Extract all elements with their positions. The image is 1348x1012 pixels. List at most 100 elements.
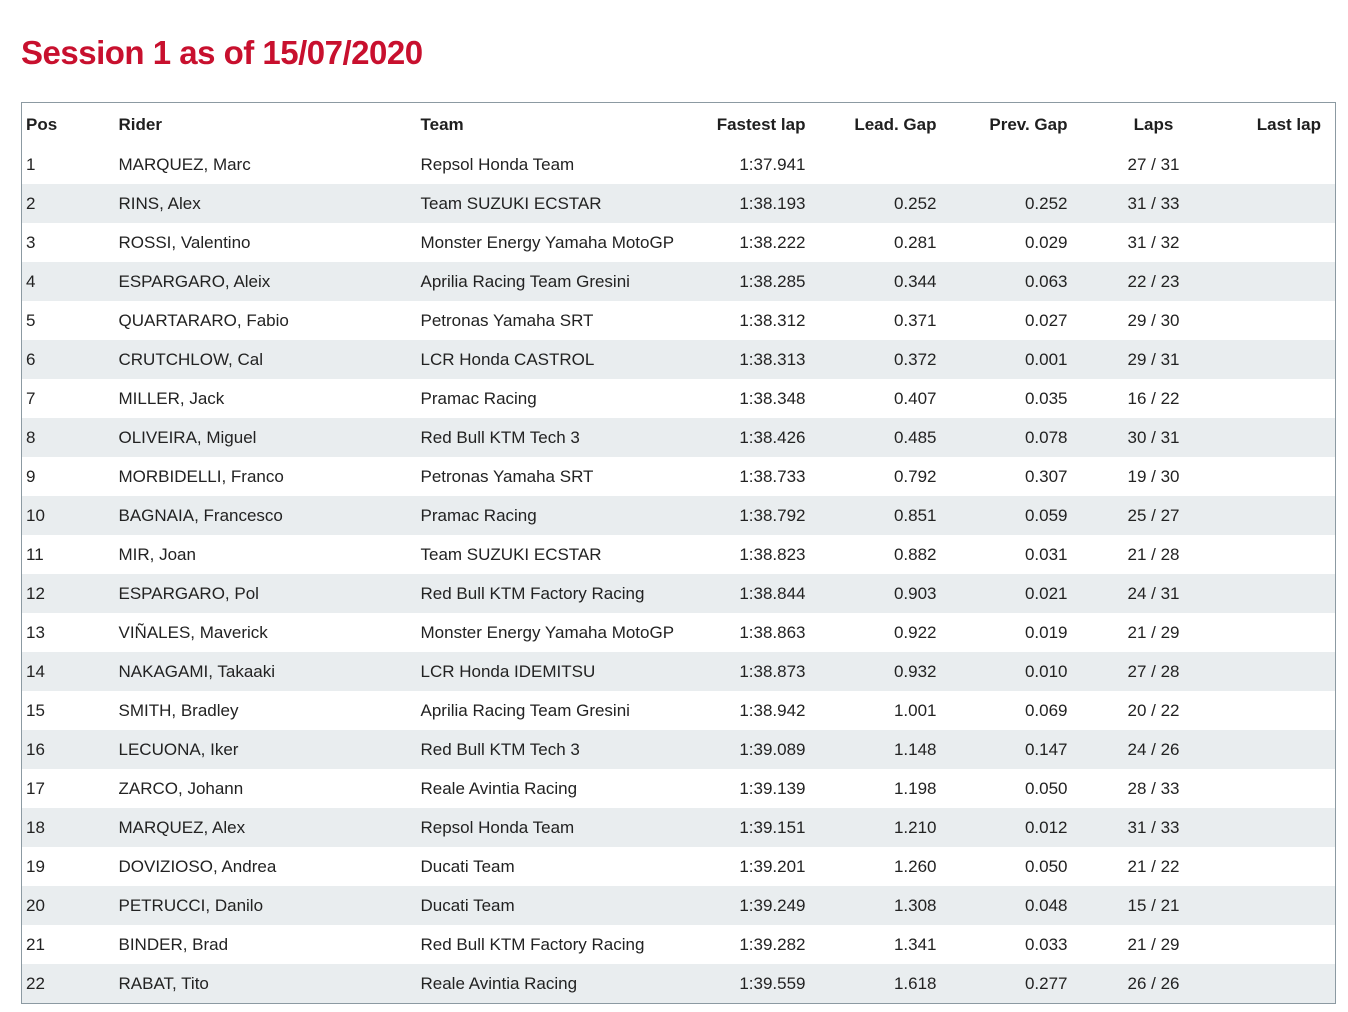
table-row: 7 MILLER, Jack Pramac Racing 1:38.348 0.407 0… bbox=[22, 379, 1336, 418]
cell-team: Pramac Racing bbox=[420, 496, 675, 535]
cell-last-lap bbox=[1205, 886, 1336, 925]
cell-fastest-lap: 1:38.942 bbox=[739, 700, 806, 720]
table-row: 12 ESPARGARO, Pol Red Bull KTM Factory Rac… bbox=[21, 574, 1336, 613]
cell-lead-gap: 0.851 bbox=[811, 496, 943, 535]
cell-lead-gap: 1.198 bbox=[893, 778, 937, 798]
table-header-row: Pos Rider Team Fastest lap Lead. Gap Pre… bbox=[22, 103, 1336, 146]
cell-prev-gap: 0.277 bbox=[942, 964, 1074, 1004]
cell-laps: 25 / 27 bbox=[1073, 496, 1206, 535]
table-row: 16 LECUONA, Iker Red Bull KTM Tech 3 1:39.0… bbox=[21, 730, 1336, 769]
table-row: 20 PETRUCCI, Danilo Ducati Team 1:39.249 1.3… bbox=[21, 886, 1336, 925]
table-row: 5 QUARTARARO, Fabio Petronas Yamaha SRT 1:3… bbox=[22, 301, 1336, 340]
cell-rider: MILLER, Jack bbox=[118, 388, 225, 408]
header-pos: Pos bbox=[26, 115, 58, 134]
cell-laps: 31 / 33 bbox=[1073, 808, 1206, 847]
cell-prev-gap: 0.078 bbox=[942, 418, 1074, 457]
cell-team: Petronas Yamaha SRT bbox=[420, 466, 594, 486]
cell-fastest-lap: 1:38.313 bbox=[674, 340, 812, 379]
cell-fastest-lap: 1:39.089 bbox=[674, 730, 812, 769]
cell-pos: 20 bbox=[21, 886, 119, 925]
cell-last-lap bbox=[1205, 340, 1336, 379]
table-row: 22 RABAT, Tito Reale Avintia Racing 1:39.55… bbox=[21, 964, 1336, 1004]
cell-pos: 10 bbox=[21, 496, 119, 535]
cell-team: Team SUZUKI ECSTAR bbox=[420, 184, 675, 223]
cell-laps: 16 / 22 bbox=[1127, 388, 1180, 408]
cell-fastest-lap: 1:38.823 bbox=[739, 544, 806, 564]
cell-lead-gap: 0.485 bbox=[811, 418, 943, 457]
cell-lead-gap bbox=[812, 145, 943, 184]
cell-team: Aprilia Racing Team Gresini bbox=[420, 700, 630, 720]
cell-prev-gap: 0.252 bbox=[942, 184, 1074, 223]
cell-pos: 12 bbox=[21, 574, 119, 613]
cell-team: Aprilia Racing Team Gresini bbox=[420, 262, 675, 301]
cell-rider: MIR, Joan bbox=[118, 544, 196, 564]
cell-lead-gap: 1.308 bbox=[811, 886, 943, 925]
cell-last-lap bbox=[1206, 691, 1336, 730]
cell-laps: 29 / 30 bbox=[1127, 310, 1180, 330]
cell-laps: 21 / 22 bbox=[1127, 856, 1180, 876]
cell-prev-gap: 0.069 bbox=[1024, 700, 1068, 720]
table-row: 11 MIR, Joan Team SUZUKI ECSTAR 1:38.823 0.8… bbox=[22, 535, 1336, 574]
cell-rider: ESPARGARO, Aleix bbox=[118, 262, 421, 301]
cell-pos: 16 bbox=[21, 730, 119, 769]
table-row: 15 SMITH, Bradley Aprilia Racing Team Gres… bbox=[22, 691, 1336, 730]
cell-laps: 24 / 31 bbox=[1073, 574, 1206, 613]
cell-fastest-lap: 1:39.282 bbox=[739, 934, 806, 954]
cell-team: Monster Energy Yamaha MotoGP bbox=[420, 232, 675, 252]
cell-pos: 3 bbox=[26, 232, 36, 252]
cell-lead-gap: 1.260 bbox=[893, 856, 937, 876]
cell-laps: 30 / 31 bbox=[1073, 418, 1206, 457]
cell-lead-gap: 0.344 bbox=[811, 262, 943, 301]
cell-rider: ZARCO, Johann bbox=[118, 778, 244, 798]
cell-last-lap bbox=[1205, 496, 1336, 535]
table-row: 3 ROSSI, Valentino Monster Energy Yamaha M… bbox=[22, 223, 1336, 262]
cell-fastest-lap: 1:38.312 bbox=[739, 310, 806, 330]
cell-pos: 2 bbox=[21, 184, 119, 223]
cell-lead-gap: 0.281 bbox=[893, 232, 937, 252]
cell-laps: 31 / 33 bbox=[1073, 184, 1206, 223]
cell-pos: 18 bbox=[21, 808, 119, 847]
cell-fastest-lap: 1:38.873 bbox=[674, 652, 812, 691]
cell-laps: 24 / 26 bbox=[1073, 730, 1206, 769]
cell-last-lap bbox=[1205, 184, 1336, 223]
cell-team: Ducati Team bbox=[420, 886, 675, 925]
cell-prev-gap: 0.029 bbox=[1024, 232, 1068, 252]
cell-rider: LECUONA, Iker bbox=[118, 730, 421, 769]
cell-pos: 7 bbox=[26, 388, 36, 408]
header-lead-gap: Lead. Gap bbox=[854, 115, 937, 134]
cell-team: Reale Avintia Racing bbox=[420, 964, 675, 1004]
cell-rider: CRUTCHLOW, Cal bbox=[118, 340, 421, 379]
cell-team: LCR Honda CASTROL bbox=[420, 340, 675, 379]
header-prev-gap: Prev. Gap bbox=[989, 115, 1068, 134]
cell-fastest-lap: 1:37.941 bbox=[739, 154, 806, 174]
cell-prev-gap: 0.147 bbox=[942, 730, 1074, 769]
cell-lead-gap: 0.407 bbox=[893, 388, 937, 408]
cell-prev-gap: 0.019 bbox=[1024, 622, 1068, 642]
cell-last-lap bbox=[1206, 925, 1336, 964]
cell-last-lap bbox=[1206, 457, 1336, 496]
cell-laps: 29 / 31 bbox=[1073, 340, 1206, 379]
cell-lead-gap: 0.252 bbox=[811, 184, 943, 223]
cell-lead-gap: 1.341 bbox=[893, 934, 937, 954]
cell-team: Pramac Racing bbox=[420, 388, 537, 408]
cell-team: Repsol Honda Team bbox=[420, 808, 675, 847]
cell-pos: 8 bbox=[21, 418, 119, 457]
cell-team: Red Bull KTM Tech 3 bbox=[420, 418, 675, 457]
cell-rider: QUARTARARO, Fabio bbox=[118, 310, 289, 330]
cell-team: Monster Energy Yamaha MotoGP bbox=[420, 622, 675, 642]
table-row: 1 MARQUEZ, Marc Repsol Honda Team 1:37.941 2… bbox=[22, 145, 1336, 184]
cell-pos: 14 bbox=[21, 652, 119, 691]
cell-last-lap bbox=[1205, 964, 1336, 1004]
cell-lead-gap: 0.932 bbox=[811, 652, 943, 691]
cell-rider: ROSSI, Valentino bbox=[118, 232, 251, 252]
cell-last-lap bbox=[1205, 652, 1336, 691]
cell-prev-gap: 0.010 bbox=[942, 652, 1074, 691]
cell-laps: 21 / 29 bbox=[1127, 622, 1180, 642]
cell-rider: BAGNAIA, Francesco bbox=[118, 496, 421, 535]
cell-prev-gap bbox=[943, 145, 1074, 184]
cell-fastest-lap: 1:39.249 bbox=[674, 886, 812, 925]
header-team: Team bbox=[420, 115, 464, 134]
cell-fastest-lap: 1:38.348 bbox=[739, 388, 806, 408]
cell-team: Petronas Yamaha SRT bbox=[420, 310, 594, 330]
cell-prev-gap: 0.059 bbox=[942, 496, 1074, 535]
